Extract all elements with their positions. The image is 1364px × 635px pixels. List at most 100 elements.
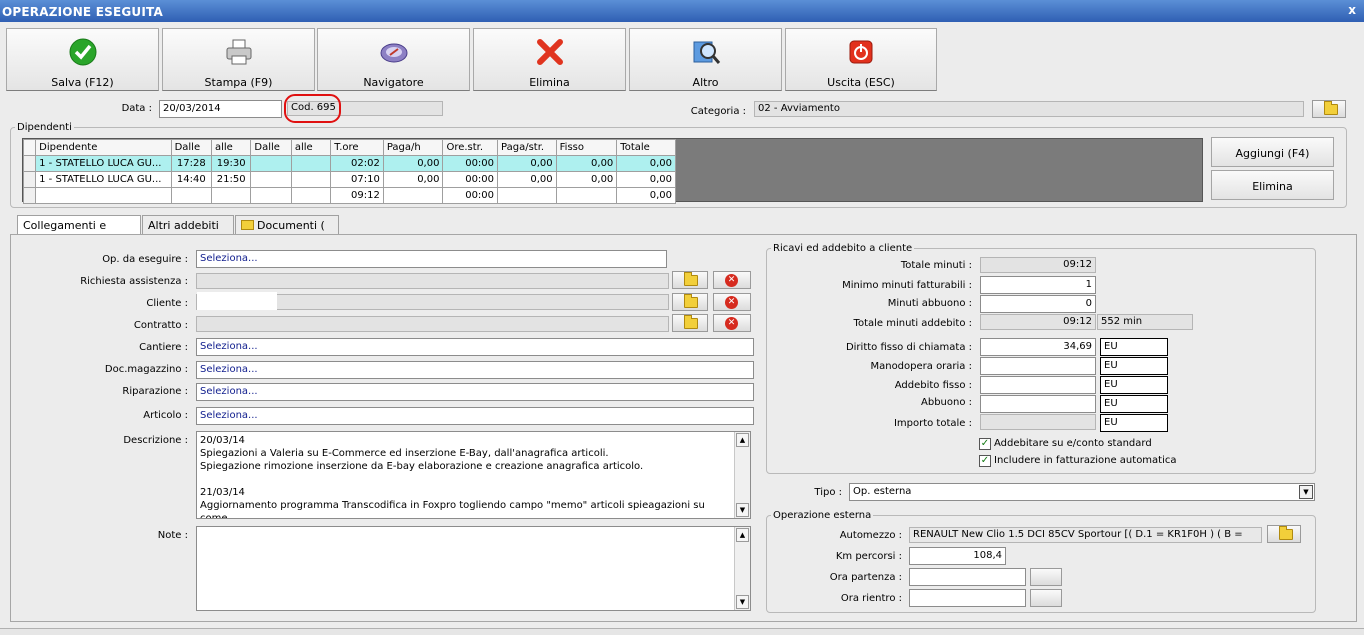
scroll-up-icon[interactable]: ▲ <box>736 433 749 447</box>
date-field[interactable]: 20/03/2014 <box>159 100 282 118</box>
table-cell[interactable]: 19:30 <box>210 155 252 172</box>
return-time-button[interactable] <box>1030 589 1062 607</box>
delete-button[interactable]: Elimina <box>473 28 626 91</box>
chevron-down-icon[interactable]: ▼ <box>1299 485 1313 499</box>
repair-field[interactable]: Seleziona... <box>196 383 754 401</box>
table-cell[interactable] <box>170 187 213 204</box>
table-cell[interactable] <box>497 187 557 204</box>
column-header[interactable]: alle <box>210 139 252 156</box>
table-cell[interactable] <box>382 187 444 204</box>
row-selector[interactable] <box>22 187 37 204</box>
min-billable-field[interactable]: 1 <box>980 276 1096 294</box>
table-cell[interactable]: 0,00 <box>555 155 618 172</box>
tab-other-charges[interactable]: Altri addebiti (0) <box>142 215 234 245</box>
labour-field[interactable] <box>980 357 1096 375</box>
return-time-field[interactable] <box>909 589 1026 607</box>
table-cell[interactable] <box>250 155 292 172</box>
category-folder-button[interactable] <box>1312 100 1346 118</box>
column-header[interactable]: Dipendente <box>35 139 172 156</box>
table-cell[interactable] <box>555 187 618 204</box>
column-header[interactable]: Dalle <box>170 139 213 156</box>
table-cell[interactable]: 14:40 <box>170 171 213 188</box>
add-employee-button[interactable]: Aggiungi (F4) <box>1211 137 1334 167</box>
table-cell[interactable]: 02:02 <box>330 155 384 172</box>
exit-button[interactable]: Uscita (ESC) <box>785 28 937 91</box>
client-folder-button[interactable] <box>672 293 708 311</box>
client-clear-button[interactable]: ✕ <box>713 293 751 311</box>
column-header[interactable]: Paga/h <box>382 139 444 156</box>
fixed-charge-currency[interactable]: EU <box>1100 376 1168 394</box>
request-clear-button[interactable]: ✕ <box>713 271 751 289</box>
table-cell[interactable]: 0,00 <box>616 187 676 204</box>
print-button[interactable]: Stampa (F9) <box>162 28 315 91</box>
labour-currency[interactable]: EU <box>1100 357 1168 375</box>
table-cell[interactable]: 0,00 <box>382 171 444 188</box>
request-folder-button[interactable] <box>672 271 708 289</box>
table-cell[interactable] <box>290 187 332 204</box>
table-row[interactable]: 1 - STATELLO LUCA GU... 14:40 21:50 07:10 0,… <box>22 171 676 188</box>
doc-field[interactable]: Seleziona... <box>196 361 754 379</box>
table-cell[interactable]: 1 - STATELLO LUCA GU... <box>35 155 172 172</box>
table-cell[interactable]: 0,00 <box>555 171 618 188</box>
table-cell[interactable] <box>35 187 172 204</box>
check1-checkbox[interactable]: ✓ <box>979 438 991 450</box>
start-time-field[interactable] <box>909 568 1026 586</box>
row-selector[interactable] <box>22 155 37 172</box>
column-header[interactable]: Dalle <box>250 139 292 156</box>
table-cell[interactable]: 21:50 <box>210 171 252 188</box>
column-header[interactable]: Paga/str. <box>497 139 557 156</box>
table-cell[interactable]: 00:00 <box>442 187 499 204</box>
other-button[interactable]: Altro <box>629 28 782 91</box>
navigator-button[interactable]: Navigatore <box>317 28 470 91</box>
notes-scrollbar[interactable]: ▲ ▼ <box>734 527 750 610</box>
save-button[interactable]: Salva (F12) <box>6 28 159 91</box>
tab-documents[interactable]: Documenti ( 0 ) <box>235 215 339 245</box>
column-header[interactable]: Totale <box>616 139 676 156</box>
table-cell[interactable] <box>250 171 292 188</box>
table-cell[interactable]: 0,00 <box>616 155 676 172</box>
contract-folder-button[interactable] <box>672 314 708 332</box>
table-cell[interactable]: 09:12 <box>330 187 384 204</box>
discount-field[interactable] <box>980 395 1096 413</box>
discount-minutes-field[interactable]: 0 <box>980 295 1096 313</box>
vehicle-folder-button[interactable] <box>1267 525 1301 543</box>
article-field[interactable]: Seleziona... <box>196 407 754 425</box>
fixed-call-field[interactable]: 34,69 <box>980 338 1096 356</box>
table-cell[interactable] <box>290 155 332 172</box>
type-select[interactable]: Op. esterna ▼ <box>849 483 1315 501</box>
notes-textarea[interactable]: ▲ ▼ <box>196 526 751 611</box>
table-cell[interactable]: 17:28 <box>170 155 213 172</box>
tab-links[interactable]: Collegamenti e addebiti <box>17 215 141 245</box>
start-time-button[interactable] <box>1030 568 1062 586</box>
total-amount-currency[interactable]: EU <box>1100 414 1168 432</box>
close-icon[interactable]: x <box>1348 3 1356 17</box>
table-row[interactable]: 09:12 00:00 0,00 <box>22 187 676 204</box>
table-cell[interactable]: 0,00 <box>497 171 557 188</box>
column-header[interactable]: alle <box>290 139 332 156</box>
scroll-down-icon[interactable]: ▼ <box>736 595 749 609</box>
discount-currency[interactable]: EU <box>1100 395 1168 413</box>
table-cell[interactable] <box>210 187 252 204</box>
op-field[interactable]: Seleziona... <box>196 250 667 268</box>
table-cell[interactable] <box>290 171 332 188</box>
fixed-call-currency[interactable]: EU <box>1100 338 1168 356</box>
column-header[interactable]: T.ore <box>330 139 384 156</box>
km-field[interactable]: 108,4 <box>909 547 1006 565</box>
scroll-down-icon[interactable]: ▼ <box>736 503 749 517</box>
table-row[interactable]: 1 - STATELLO LUCA GU... 17:28 19:30 02:02 0,… <box>22 155 676 172</box>
table-cell[interactable] <box>250 187 292 204</box>
table-cell[interactable]: 1 - STATELLO LUCA GU... <box>35 171 172 188</box>
description-scrollbar[interactable]: ▲ ▼ <box>734 432 750 518</box>
table-cell[interactable]: 0,00 <box>382 155 444 172</box>
column-header[interactable]: Ore.str. <box>442 139 499 156</box>
scroll-up-icon[interactable]: ▲ <box>736 528 749 542</box>
description-textarea[interactable]: 20/03/14 Spiegazioni a Valeria su E-Comm… <box>196 431 751 519</box>
delete-employee-button[interactable]: Elimina <box>1211 170 1334 200</box>
fixed-charge-field[interactable] <box>980 376 1096 394</box>
table-cell[interactable]: 00:00 <box>442 155 499 172</box>
site-field[interactable]: Seleziona... <box>196 338 754 356</box>
row-selector[interactable] <box>22 171 37 188</box>
contract-clear-button[interactable]: ✕ <box>713 314 751 332</box>
check2-checkbox[interactable]: ✓ <box>979 455 991 467</box>
table-cell[interactable]: 0,00 <box>616 171 676 188</box>
